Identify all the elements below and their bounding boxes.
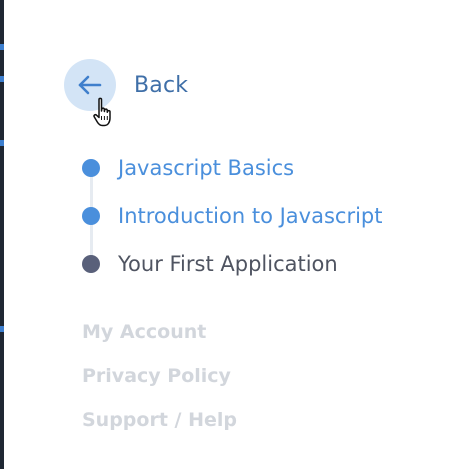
support-help-link[interactable]: Support / Help — [82, 406, 237, 450]
privacy-policy-link[interactable]: Privacy Policy — [82, 362, 237, 406]
arrow-left-icon — [78, 75, 102, 95]
background-window-edge — [0, 0, 4, 469]
step-item-current: Your First Application — [82, 240, 338, 288]
step-label: Your First Application — [118, 252, 338, 276]
step-current-dot-icon — [82, 255, 100, 273]
footer-links: My Account Privacy Policy Support / Help — [82, 318, 237, 450]
lesson-steps: Javascript Basics Introduction to Javasc… — [82, 144, 422, 288]
step-item[interactable]: Introduction to Javascript — [82, 192, 382, 240]
edge-marker — [0, 140, 4, 146]
my-account-link[interactable]: My Account — [82, 318, 237, 362]
back-label[interactable]: Back — [134, 73, 188, 98]
step-complete-dot-icon — [82, 207, 100, 225]
step-label[interactable]: Javascript Basics — [118, 156, 294, 180]
back-button[interactable]: Back — [64, 59, 188, 111]
step-item[interactable]: Javascript Basics — [82, 144, 294, 192]
edge-marker — [0, 326, 4, 332]
step-complete-dot-icon — [82, 159, 100, 177]
edge-marker — [0, 76, 4, 82]
edge-marker — [0, 44, 4, 50]
hand-pointer-icon — [93, 97, 111, 127]
step-label[interactable]: Introduction to Javascript — [118, 204, 382, 228]
